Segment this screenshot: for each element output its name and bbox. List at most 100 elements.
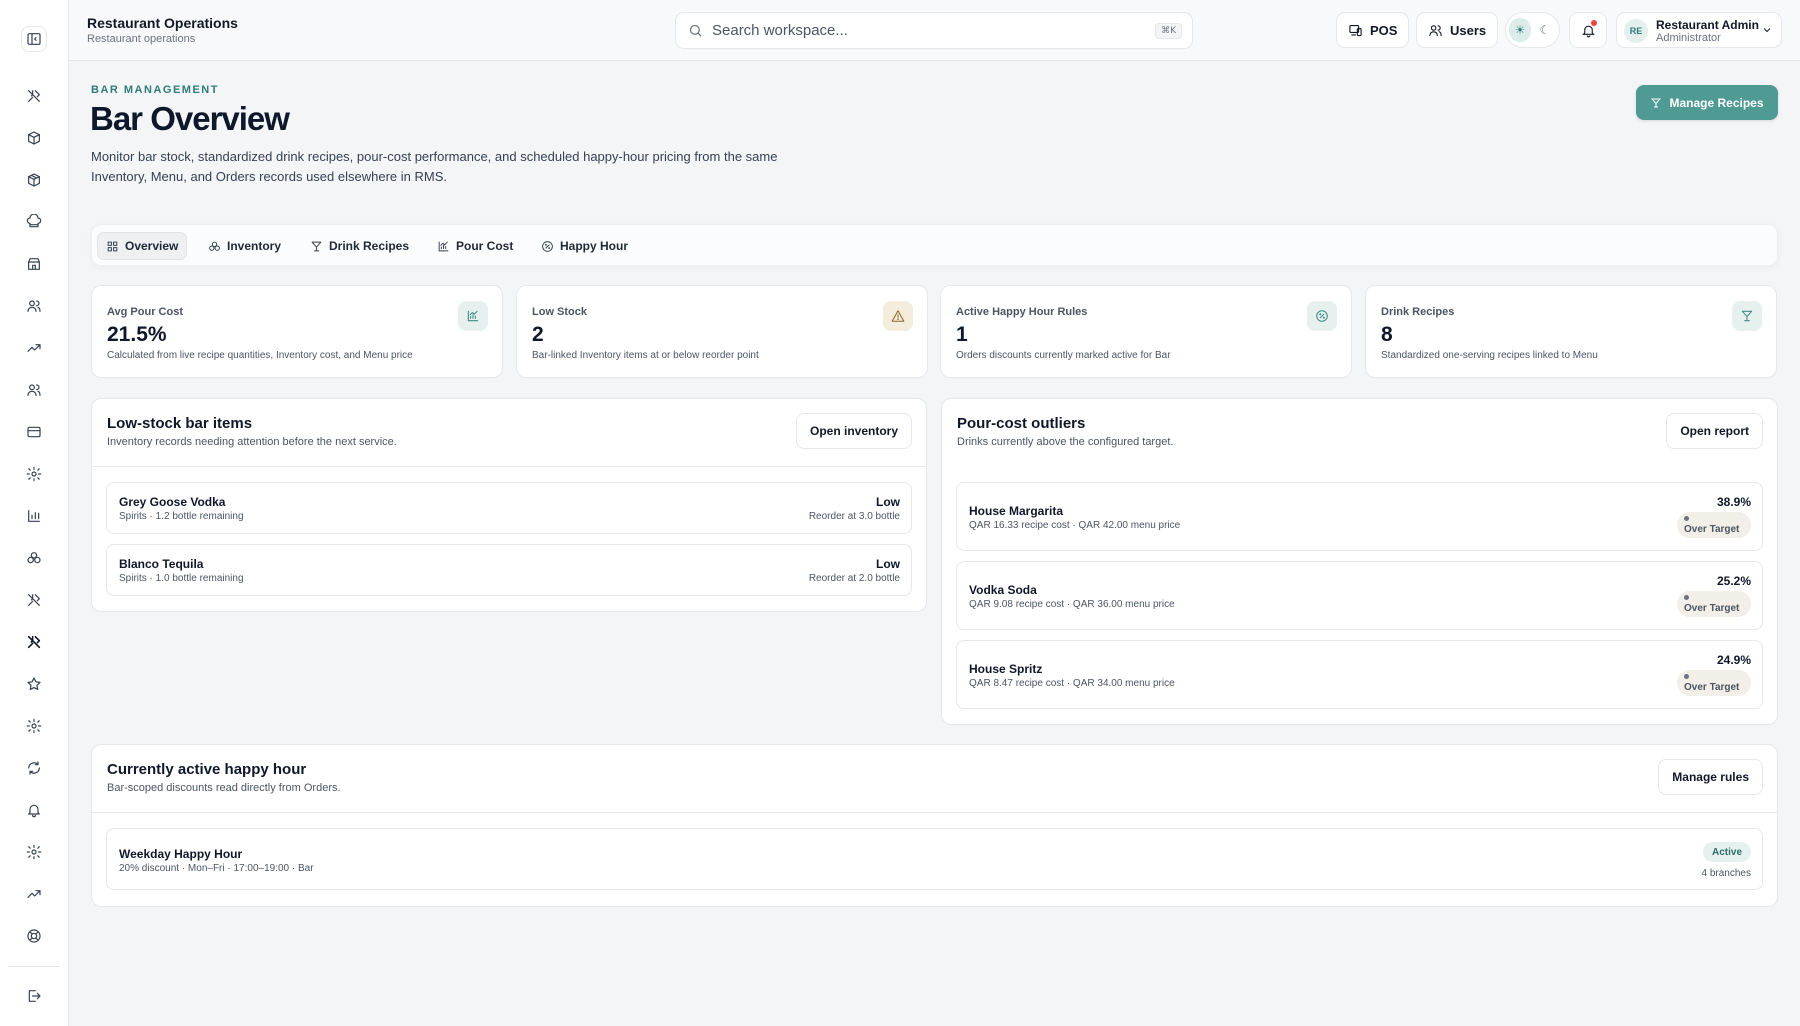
drink-meta: QAR 9.08 recipe cost · QAR 36.00 menu pr… [969,599,1175,610]
stat-label: Avg Pour Cost [107,306,183,318]
panel-title: Currently active happy hour [107,761,307,778]
discount-icon [542,240,553,252]
tab-pour-cost[interactable]: Pour Cost [429,232,521,260]
user-name: Restaurant Admin [1656,18,1759,32]
badge-label: Over Target [1684,682,1740,693]
gear-icon[interactable] [22,714,46,738]
item-name: Grey Goose Vodka [119,495,226,509]
open-inventory-button[interactable]: Open inventory [795,413,912,449]
reorder-point: Reorder at 3.0 bottle [808,511,900,522]
drink-meta: QAR 16.33 recipe cost · QAR 42.00 menu p… [969,520,1181,531]
package-icon[interactable] [22,168,46,192]
search-bar[interactable]: ⌘K [675,12,1193,49]
settings-icon[interactable] [22,462,46,486]
store-icon[interactable] [22,252,46,276]
team-icon[interactable] [22,378,46,402]
status-badge: Over Target [1677,512,1751,538]
branch-count: 4 branches [1701,868,1751,879]
sidebar-divider [8,966,60,967]
divider [92,466,926,467]
low-stock-panel: Low-stock bar items Inventory records ne… [91,398,927,612]
theme-toggle[interactable]: ☀ ☾ [1505,12,1560,48]
panel-subtitle: Drinks currently above the configured ta… [957,436,1174,448]
user-menu[interactable]: RE Restaurant Admin Administrator [1616,12,1782,48]
discount-icon [1307,301,1337,331]
app-subtitle: Restaurant operations [87,33,196,45]
cocktail-icon [1732,301,1762,331]
pour-cost-percent: 38.9% [1716,495,1751,509]
user-role: Administrator [1656,32,1721,44]
rule-name: Weekday Happy Hour [119,847,243,861]
panel-title: Pour-cost outliers [957,415,1086,432]
item-name: Blanco Tequila [119,557,204,571]
stat-card-avg-pour-cost: Avg Pour Cost 21.5% Calculated from live… [91,285,503,378]
tab-inventory[interactable]: Inventory [200,232,289,260]
notifications-button[interactable] [1569,12,1607,48]
list-item[interactable]: Blanco Tequila Spirits · 1.0 bottle rema… [106,544,912,596]
manage-recipes-button[interactable]: Manage Recipes [1636,85,1778,120]
utensils-icon[interactable] [22,588,46,612]
stat-card-low-stock: Low Stock 2 Bar-linked Inventory items a… [516,285,928,378]
list-item[interactable]: House Margarita QAR 16.33 recipe cost · … [956,482,1763,551]
happy-hour-panel: Currently active happy hour Bar-scoped d… [91,744,1778,907]
pos-terminal-icon [1349,24,1362,36]
users-icon[interactable] [22,294,46,318]
refresh-icon[interactable] [22,756,46,780]
gear-icon[interactable] [22,840,46,864]
stat-value: 21.5% [107,323,167,346]
top-header: Restaurant Operations Restaurant operati… [69,0,1800,61]
star-icon[interactable] [22,672,46,696]
open-report-button[interactable]: Open report [1666,413,1763,449]
stat-description: Standardized one-serving recipes linked … [1381,350,1598,361]
stat-value: 1 [956,323,968,346]
ingredients-icon[interactable] [22,546,46,570]
users-icon [1429,24,1442,36]
stat-card-happy-hour-rules: Active Happy Hour Rules 1 Orders discoun… [940,285,1352,378]
status-badge: Low [876,557,900,571]
list-item[interactable]: House Spritz QAR 8.47 recipe cost · QAR … [956,640,1763,709]
pour-cost-percent: 24.9% [1716,653,1751,667]
stat-label: Low Stock [532,306,588,318]
search-input[interactable] [712,22,1132,39]
manage-rules-button[interactable]: Manage rules [1658,759,1763,795]
pos-button[interactable]: POS [1336,12,1410,48]
credit-card-icon[interactable] [22,420,46,444]
sidebar-toggle-icon[interactable] [21,26,47,52]
trending-up-icon[interactable] [22,882,46,906]
grid-icon [107,241,118,251]
users-button[interactable]: Users [1416,12,1499,48]
chart-icon [438,241,449,251]
moon-icon[interactable]: ☾ [1534,18,1556,42]
drink-name: House Spritz [969,662,1043,676]
tab-overview[interactable]: Overview [97,232,188,260]
support-icon[interactable] [22,924,46,948]
page-eyebrow: BAR MANAGEMENT [91,84,219,96]
status-badge: Over Target [1677,591,1751,617]
chart-icon [458,301,488,331]
stat-value: 2 [532,323,544,346]
panel-title: Low-stock bar items [107,415,253,432]
tab-drink-recipes[interactable]: Drink Recipes [302,232,417,260]
tab-happy-hour[interactable]: Happy Hour [533,232,636,260]
cocktail-icon [311,241,322,251]
logout-icon[interactable] [22,984,46,1008]
notification-dot [1591,20,1597,26]
ingredients-icon [209,241,220,251]
list-item[interactable]: Vodka Soda QAR 9.08 recipe cost · QAR 36… [956,561,1763,630]
avatar: RE [1624,19,1648,43]
tab-label: Overview [125,239,179,253]
utensils-icon[interactable] [22,84,46,108]
drink-name: Vodka Soda [969,583,1037,597]
chef-hat-icon[interactable] [22,210,46,234]
list-item[interactable]: Weekday Happy Hour 20% discount · Mon–Fr… [106,828,1763,890]
list-item[interactable]: Grey Goose Vodka Spirits · 1.2 bottle re… [106,482,912,534]
trending-up-icon[interactable] [22,336,46,360]
badge-label: Over Target [1684,603,1740,614]
sun-icon[interactable]: ☀ [1509,18,1531,42]
utensils-active-icon[interactable] [22,630,46,654]
bell-icon[interactable] [22,798,46,822]
box-icon[interactable] [22,126,46,150]
bar-chart-icon[interactable] [22,504,46,528]
stat-description: Bar-linked Inventory items at or below r… [532,350,759,361]
item-meta: Spirits · 1.2 bottle remaining [119,511,244,522]
